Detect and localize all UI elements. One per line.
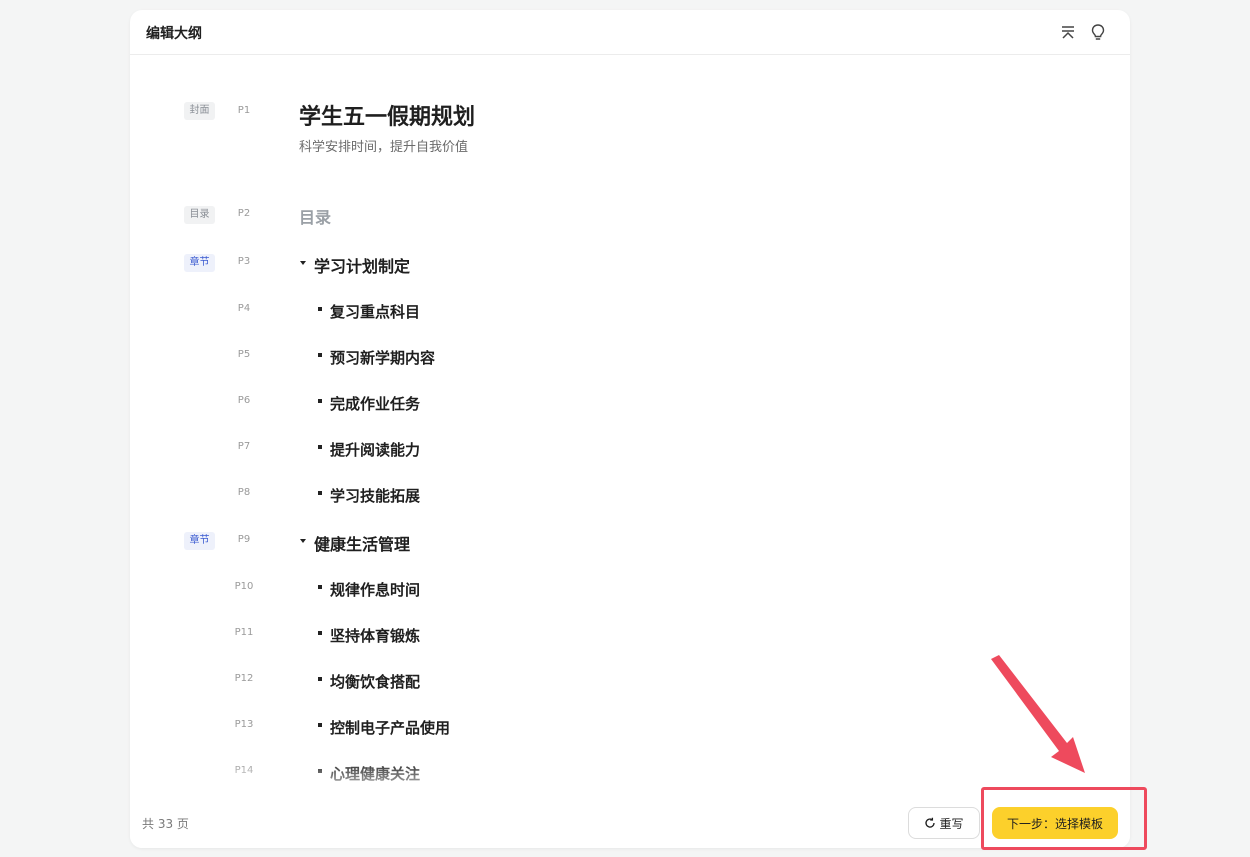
bullet-icon — [318, 769, 322, 773]
toc-tag: 目录 — [184, 206, 215, 224]
page-number: P14 — [234, 765, 254, 776]
list-item[interactable]: P11 坚持体育锻炼 — [130, 619, 1130, 649]
bullet-icon — [318, 399, 322, 403]
panel-title: 编辑大纲 — [146, 26, 202, 42]
next-step-button[interactable]: 下一步：选择模板 — [992, 807, 1118, 839]
outline-panel: 编辑大纲 封面 P1 学生五一假期规划 科学安排时间，提升自我价值 目录 P2 … — [130, 10, 1130, 848]
chapter-title: 健康生活管理 — [314, 535, 411, 554]
chapter-row[interactable]: 章节 P9 健康生活管理 — [130, 526, 1130, 556]
caret-down-icon[interactable] — [300, 261, 306, 265]
list-item[interactable]: P4 复习重点科目 — [130, 295, 1130, 325]
page-number: P12 — [234, 673, 254, 684]
list-item[interactable]: P14 心理健康关注 — [130, 757, 1130, 787]
bullet-icon — [318, 677, 322, 681]
chapter-tag: 章节 — [184, 254, 215, 272]
page-number: P8 — [237, 487, 251, 498]
chapter-tag: 章节 — [184, 532, 215, 550]
list-item[interactable]: P6 完成作业任务 — [130, 387, 1130, 417]
list-item[interactable]: P8 学习技能拓展 — [130, 479, 1130, 509]
bullet-icon — [318, 723, 322, 727]
chapter-row[interactable]: 章节 P3 学习计划制定 — [130, 248, 1130, 278]
bullet-icon — [318, 353, 322, 357]
item-title: 心理健康关注 — [330, 765, 421, 783]
page-number: P9 — [237, 534, 251, 545]
page-number: P5 — [237, 349, 251, 360]
caret-down-icon[interactable] — [300, 539, 306, 543]
item-title: 预习新学期内容 — [330, 349, 436, 367]
cover-subtitle[interactable]: 科学安排时间，提升自我价值 — [299, 136, 468, 155]
item-title: 规律作息时间 — [330, 581, 421, 599]
next-step-label: 下一步：选择模板 — [1006, 816, 1103, 831]
item-title: 提升阅读能力 — [330, 441, 421, 459]
toc-row[interactable]: 目录 P2 目录 — [130, 200, 1130, 230]
page-number: P11 — [234, 627, 254, 638]
bullet-icon — [318, 445, 322, 449]
outline-content: 封面 P1 学生五一假期规划 科学安排时间，提升自我价值 目录 P2 目录 章节… — [130, 55, 1130, 800]
chapter-title: 学习计划制定 — [314, 257, 411, 276]
item-title: 学习技能拓展 — [330, 487, 421, 505]
list-item[interactable]: P5 预习新学期内容 — [130, 341, 1130, 371]
toc-title: 目录 — [299, 208, 332, 227]
list-item[interactable]: P10 规律作息时间 — [130, 573, 1130, 603]
bullet-icon — [318, 491, 322, 495]
list-item[interactable]: P12 均衡饮食搭配 — [130, 665, 1130, 695]
bullet-icon — [318, 307, 322, 311]
collapse-all-icon[interactable] — [1058, 22, 1078, 42]
item-title: 完成作业任务 — [330, 395, 421, 413]
bullet-icon — [318, 585, 322, 589]
refresh-icon — [925, 817, 936, 828]
page-number: P4 — [237, 303, 251, 314]
cover-tag: 封面 — [184, 102, 215, 120]
lightbulb-icon[interactable] — [1088, 22, 1108, 42]
cover-title[interactable]: 学生五一假期规划 — [299, 99, 475, 131]
page-number: P6 — [237, 395, 251, 406]
page-number: P13 — [234, 719, 254, 730]
page-number: P7 — [237, 441, 251, 452]
list-item[interactable]: P13 控制电子产品使用 — [130, 711, 1130, 741]
item-title: 均衡饮食搭配 — [330, 673, 421, 691]
page-count: 共 33 页 — [142, 817, 189, 831]
item-title: 坚持体育锻炼 — [330, 627, 421, 645]
rewrite-button[interactable]: 重写 — [908, 807, 980, 839]
list-item[interactable]: P7 提升阅读能力 — [130, 433, 1130, 463]
page-number: P1 — [237, 105, 251, 116]
item-title: 控制电子产品使用 — [330, 719, 451, 737]
footer-bar: 共 33 页 重写 下一步：选择模板 — [130, 798, 1130, 848]
panel-header: 编辑大纲 — [130, 10, 1130, 55]
page-number: P2 — [237, 208, 251, 219]
rewrite-label: 重写 — [939, 816, 964, 831]
bullet-icon — [318, 631, 322, 635]
page-number: P3 — [237, 256, 251, 267]
item-title: 复习重点科目 — [330, 303, 421, 321]
page-number: P10 — [234, 581, 254, 592]
